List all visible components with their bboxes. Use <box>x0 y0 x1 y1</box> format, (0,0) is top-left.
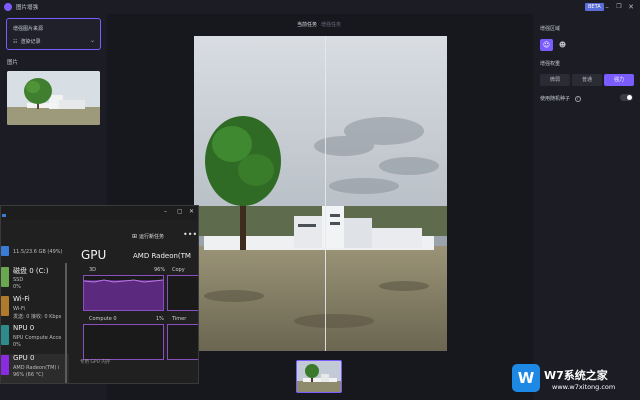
wifi-name: Wi-Fi <box>13 295 30 303</box>
graph-copy-label: Copy <box>172 267 185 273</box>
minimize-icon[interactable]: – <box>164 208 167 215</box>
run-new-task-button[interactable]: ⊞ 运行新任务 <box>132 233 164 240</box>
graph-3d-value: 96% <box>154 267 166 273</box>
gpu-name: GPU 0 <box>13 354 35 362</box>
wifi-throughput: 发送: 0 接收: 0 Kbps <box>13 314 62 320</box>
graph-compute-value: 1% <box>156 316 164 322</box>
beta-badge: BETA <box>585 3 604 11</box>
random-seed-toggle[interactable] <box>620 94 633 101</box>
wifi-swatch <box>1 296 9 316</box>
app-title: 图片增强 <box>16 5 39 11</box>
gpu-swatch <box>1 355 9 375</box>
close-icon[interactable]: ✕ <box>189 208 194 215</box>
npu-type: NPU Compute Acce <box>13 335 62 341</box>
disk-type: SSD <box>13 277 24 283</box>
filmstrip-thumbnail[interactable] <box>296 360 342 393</box>
source-select-card[interactable]: 增强图片来源 ☷ 渲染记录 ⌄ <box>6 18 101 50</box>
strength-weak-button[interactable]: 微弱 <box>540 74 570 86</box>
dedicated-memory-label: 专用 GPU 内存 <box>80 360 111 365</box>
performance-list: 11.5/23.6 GB (49%) 磁盘 0 (C:) SSD 0% Wi-F… <box>1 246 69 383</box>
comparison-image[interactable] <box>194 36 447 351</box>
gpu-device-name: AMD Radeon(TM <box>133 252 191 260</box>
toggle-knob <box>627 95 632 100</box>
area-label: 增强区域 <box>540 26 561 32</box>
chevron-down-icon[interactable]: ⌄ <box>90 37 95 44</box>
person-area-button[interactable]: ☺ <box>540 39 553 51</box>
strength-label: 增强权重 <box>540 61 561 67</box>
tab-current-task[interactable]: 当前任务 <box>297 21 317 28</box>
memory-usage: 11.5/23.6 GB (49%) <box>13 249 63 255</box>
source-value: 渲染记录 <box>20 39 41 45</box>
task-manager-icon <box>2 214 6 217</box>
more-options-icon[interactable]: ••• <box>183 230 197 239</box>
images-label: 图片 <box>7 60 19 66</box>
run-new-task-label: 运行新任务 <box>139 234 165 240</box>
wifi-type: Wi-Fi <box>13 306 25 312</box>
strength-normal-button[interactable]: 普通 <box>572 74 602 86</box>
npu-name: NPU 0 <box>13 324 35 332</box>
npu-swatch <box>1 325 9 345</box>
right-panel: 增强区域 ☺ ☻ 增强权重 微弱 普通 强力 使用随机种子 ? <box>533 14 640 400</box>
help-icon[interactable]: ? <box>574 95 581 102</box>
history-icon: ☷ <box>13 38 18 45</box>
watermark-logo: W <box>512 364 540 392</box>
random-seed-label: 使用随机种子 <box>540 96 571 102</box>
strength-strong-button[interactable]: 强力 <box>604 74 634 86</box>
list-item-disk[interactable]: 磁盘 0 (C:) SSD 0% <box>1 266 69 294</box>
source-title: 增强图片来源 <box>13 26 44 32</box>
gpu-usage: 96% (66 °C) <box>13 372 44 378</box>
close-icon[interactable]: ✕ <box>626 2 636 12</box>
graph-3d-label: 3D <box>89 267 97 273</box>
compare-divider[interactable] <box>325 36 326 351</box>
disk-swatch <box>1 267 9 287</box>
source-dropdown[interactable]: ☷ 渲染记录 <box>13 38 41 46</box>
watermark-title: W7系统之家 <box>544 369 608 382</box>
new-task-icon: ⊞ <box>132 233 138 240</box>
portrait-icon: ☻ <box>558 41 567 49</box>
gpu-heading: GPU <box>81 248 107 262</box>
graph-copy <box>167 275 198 311</box>
list-item-gpu[interactable]: GPU 0 AMD Radeon(TM) i 96% (66 °C) <box>1 354 69 383</box>
maximize-icon[interactable]: ▢ <box>177 208 183 215</box>
graph-compute <box>83 324 164 360</box>
gpu-model: AMD Radeon(TM) i <box>13 365 60 371</box>
app-logo-icon <box>4 3 12 11</box>
disk-name: 磁盘 0 (C:) <box>13 267 49 275</box>
memory-swatch <box>1 246 9 256</box>
graph-3d <box>83 275 164 311</box>
list-item-wifi[interactable]: Wi-Fi Wi-Fi 发送: 0 接收: 0 Kbps <box>1 295 69 323</box>
watermark-url: www.w7xitong.com <box>552 383 616 391</box>
tab-enhance-task[interactable]: 增强任务 <box>321 21 341 28</box>
task-manager-window: – ▢ ✕ ⊞ 运行新任务 ••• 11.5/23.6 GB (49%) 磁盘 … <box>0 205 199 384</box>
graph-timer-label: Timer <box>172 316 187 322</box>
maximize-icon[interactable]: ❐ <box>614 2 624 12</box>
title-bar: 图片增强 <box>0 0 640 14</box>
disk-usage: 0% <box>13 284 21 290</box>
minimize-icon[interactable]: – <box>602 2 612 12</box>
list-item-npu[interactable]: NPU 0 NPU Compute Acce 0% <box>1 324 69 352</box>
task-manager-titlebar: – ▢ ✕ <box>1 206 198 220</box>
graph-timer <box>167 324 198 360</box>
portrait-area-button[interactable]: ☻ <box>556 39 569 51</box>
list-scrollbar[interactable] <box>65 263 67 383</box>
random-seed-row: 使用随机种子 ? <box>540 95 581 102</box>
graph-compute-label: Compute 0 <box>89 316 117 322</box>
list-item-memory[interactable]: 11.5/23.6 GB (49%) <box>1 246 69 260</box>
image-thumbnail[interactable] <box>7 71 100 125</box>
person-icon: ☺ <box>542 41 551 49</box>
npu-usage: 0% <box>13 342 21 348</box>
